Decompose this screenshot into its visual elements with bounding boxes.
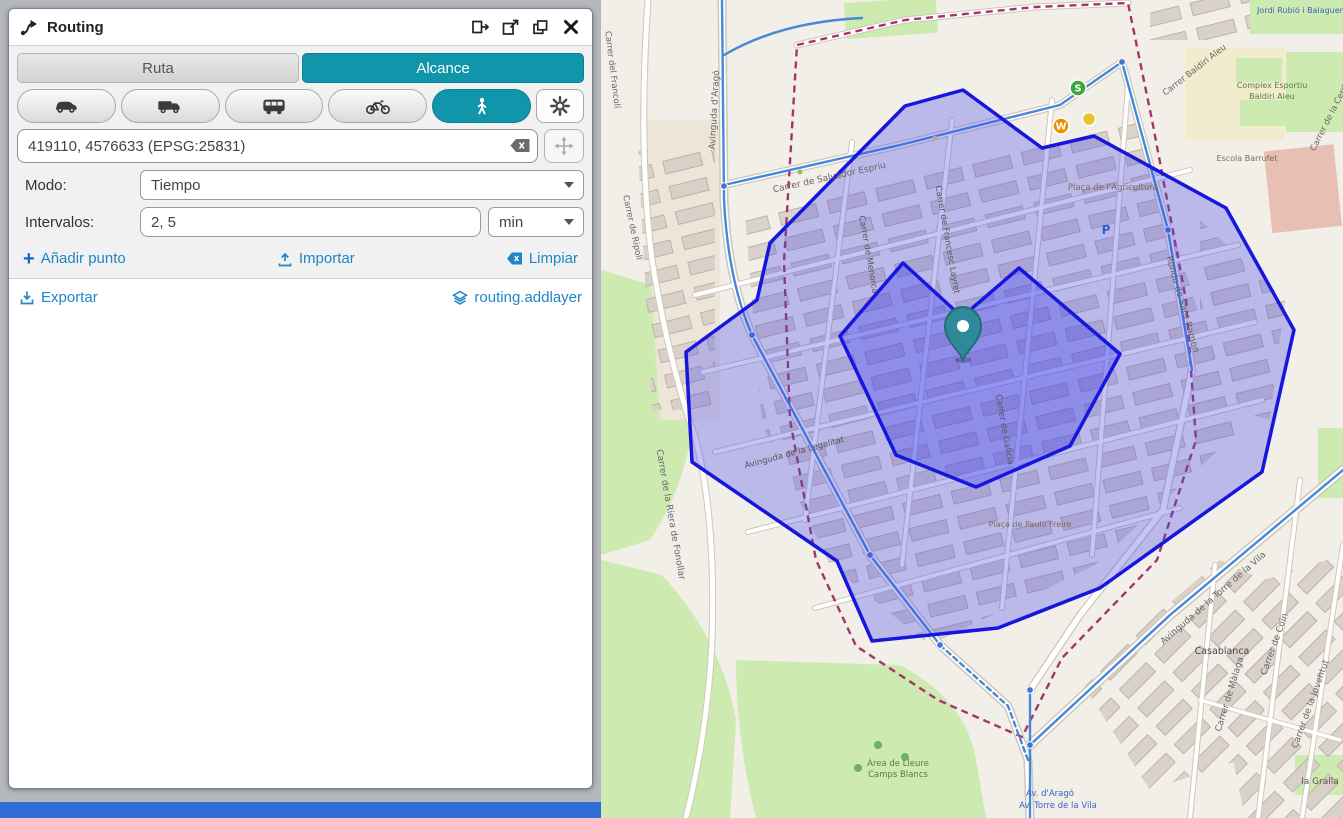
map-label: Jordi Rubió i Balaguer bbox=[1256, 5, 1343, 15]
map-label: Plaça de Paulo Freire bbox=[989, 520, 1072, 529]
intervalos-row: Intervalos: min bbox=[15, 207, 586, 244]
mode-bike-button[interactable] bbox=[328, 89, 427, 123]
routing-panel: Routing bbox=[8, 8, 593, 789]
export-label: Exportar bbox=[41, 289, 98, 306]
gear-icon bbox=[549, 95, 571, 117]
panel-titlebar: Routing bbox=[9, 9, 592, 46]
clear-text-icon[interactable] bbox=[510, 138, 530, 153]
map-label: Camps Blancs bbox=[868, 770, 928, 780]
mode-pedestrian-button[interactable] bbox=[432, 89, 531, 123]
mode-car-button[interactable] bbox=[17, 89, 116, 123]
crosshair-icon bbox=[554, 136, 574, 156]
import-icon bbox=[277, 251, 293, 267]
import-label: Importar bbox=[299, 250, 355, 267]
clear-link[interactable]: Limpiar bbox=[506, 250, 578, 267]
map-label: Complex Esportiu bbox=[1237, 81, 1308, 90]
map-label: Plaça de l'Agricultura bbox=[1068, 183, 1158, 193]
clear-label: Limpiar bbox=[529, 250, 578, 267]
tab-alcance-label: Alcance bbox=[416, 60, 469, 77]
duplicate-panel-icon[interactable] bbox=[531, 18, 550, 37]
station-badge-w: W bbox=[1055, 122, 1066, 133]
export-icon bbox=[19, 290, 35, 306]
mode-truck-button[interactable] bbox=[121, 89, 220, 123]
settings-button[interactable] bbox=[536, 89, 584, 123]
tab-alcance[interactable]: Alcance bbox=[302, 53, 584, 83]
layers-icon bbox=[452, 290, 468, 306]
backspace-icon bbox=[506, 251, 523, 266]
tab-ruta-label: Ruta bbox=[142, 60, 174, 77]
open-new-window-icon[interactable] bbox=[501, 18, 520, 37]
app-window: S W P Plaça de l'Agricultura Complex Esp… bbox=[0, 0, 1343, 818]
modo-row: Modo: Tiempo bbox=[15, 170, 586, 207]
close-panel-icon[interactable] bbox=[561, 18, 580, 37]
map-label: Av. d'Aragó bbox=[1026, 788, 1074, 799]
routing-controls: Ruta Alcance bbox=[9, 46, 592, 279]
add-layer-label: routing.addlayer bbox=[474, 289, 582, 306]
add-point-link[interactable]: + Añadir punto bbox=[23, 250, 126, 267]
parking-badge: P bbox=[1102, 223, 1111, 237]
coordinate-input[interactable] bbox=[17, 129, 538, 163]
tab-bar: Ruta Alcance bbox=[15, 53, 586, 89]
interval-unit-select[interactable]: min bbox=[488, 207, 584, 237]
map-label: la Gralla bbox=[1301, 777, 1339, 787]
plus-icon: + bbox=[23, 252, 35, 266]
panel-title: Routing bbox=[47, 19, 104, 36]
dock-panel-icon[interactable] bbox=[471, 18, 490, 37]
tab-ruta[interactable]: Ruta bbox=[17, 53, 299, 83]
modo-label: Modo: bbox=[17, 177, 133, 194]
bike-icon bbox=[365, 98, 391, 115]
import-link[interactable]: Importar bbox=[277, 250, 355, 267]
page-footer-bar bbox=[0, 802, 601, 818]
mode-bus-button[interactable] bbox=[225, 89, 324, 123]
intervalos-label: Intervalos: bbox=[17, 214, 133, 231]
export-links-row: Exportar routing.addlayer bbox=[9, 279, 592, 316]
car-icon bbox=[53, 98, 79, 115]
map-label: Baldiri Aleu bbox=[1249, 92, 1295, 101]
map-label: Casablanca bbox=[1195, 646, 1250, 657]
transport-mode-bar bbox=[15, 89, 586, 129]
pedestrian-icon bbox=[471, 96, 493, 117]
modo-select[interactable]: Tiempo bbox=[140, 170, 584, 200]
map-label: Av. Torre de la Vila bbox=[1019, 801, 1097, 811]
add-layer-link[interactable]: routing.addlayer bbox=[452, 289, 582, 306]
map-canvas[interactable]: S W P Plaça de l'Agricultura Complex Esp… bbox=[601, 0, 1343, 818]
export-link[interactable]: Exportar bbox=[19, 289, 98, 306]
map-label: Escola Barrufet bbox=[1217, 154, 1278, 163]
add-point-label: Añadir punto bbox=[41, 250, 126, 267]
intervalos-input[interactable] bbox=[140, 207, 481, 237]
action-links-row: + Añadir punto Importar bbox=[15, 244, 586, 276]
page-left-column: Routing bbox=[0, 0, 601, 818]
routing-plugin-icon bbox=[19, 17, 39, 37]
coordinate-row bbox=[15, 129, 586, 170]
truck-icon bbox=[157, 98, 183, 115]
bus-icon bbox=[261, 98, 287, 115]
map-label: Àrea de Lleure bbox=[867, 757, 929, 769]
station-badge-s: S bbox=[1074, 84, 1081, 95]
pick-on-map-button[interactable] bbox=[544, 129, 584, 163]
